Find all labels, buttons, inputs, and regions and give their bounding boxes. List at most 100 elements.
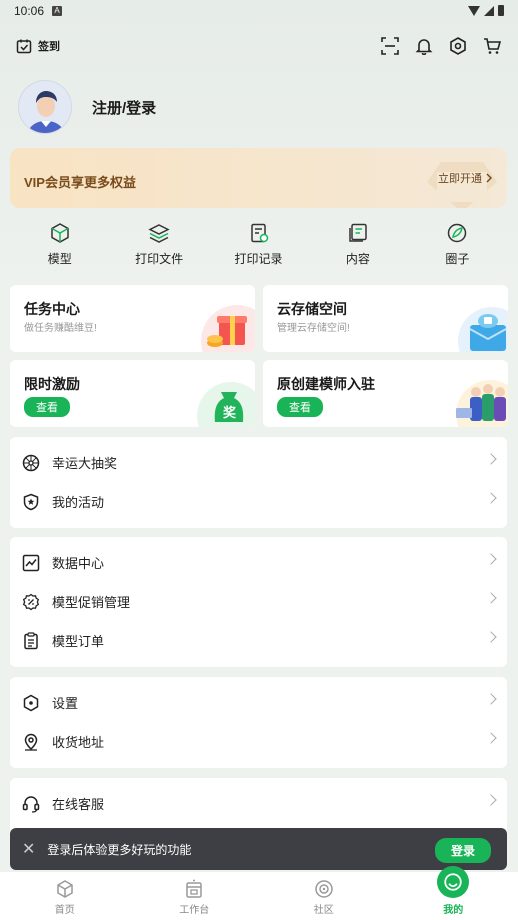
list-item-model-promotion[interactable]: 模型促销管理 (10, 582, 507, 621)
bell-icon[interactable] (414, 36, 434, 56)
status-icons (468, 5, 504, 16)
scan-icon[interactable] (380, 36, 400, 56)
incentive-card[interactable]: 限时激励 查看 奖 (10, 360, 255, 427)
close-icon[interactable]: ✕ (22, 839, 35, 859)
tab-community[interactable]: 社区 (259, 872, 389, 920)
task-center-sub: 做任务赚酷维豆! (24, 323, 97, 334)
status-time: 10:06 (14, 4, 45, 18)
tab-label: 工作台 (179, 905, 210, 916)
toast-text: 登录后体验更多好玩的功能 (47, 842, 192, 857)
chart-icon (22, 554, 40, 572)
settings-icon (22, 694, 40, 712)
list-item-address[interactable]: 收货地址 (10, 722, 507, 761)
quick-item-print-files[interactable]: 打印文件 (109, 222, 208, 274)
quick-label: 内容 (345, 252, 370, 266)
tab-workbench[interactable]: 工作台 (130, 872, 260, 920)
leaf-icon (448, 223, 467, 243)
money-bag-icon: 奖 (195, 374, 255, 427)
gift-icon (201, 305, 255, 352)
quick-label: 打印文件 (135, 252, 184, 266)
vip-open-button[interactable]: 立即开通 (438, 170, 493, 186)
vip-text: VIP会员享更多权益 (24, 175, 136, 190)
print-record-icon (250, 223, 268, 243)
task-center-card[interactable]: 任务中心 做任务赚酷维豆! (10, 285, 255, 352)
incentive-view-button[interactable]: 查看 (24, 397, 70, 417)
cart-icon[interactable] (482, 36, 502, 56)
list-group-settings: 设置 收货地址 (10, 677, 507, 768)
cloud-storage-card[interactable]: 云存储空间 管理云存储空间! (263, 285, 508, 352)
signal-icon (484, 5, 494, 16)
status-bar: 10:06 A (0, 0, 518, 22)
incentive-badge: 奖 (223, 405, 237, 420)
cloud-storage-title: 云存储空间 (277, 301, 347, 317)
bottom-tab-bar: 首页 工作台 社区 我的 (0, 866, 518, 920)
quick-item-content[interactable]: 内容 (308, 222, 407, 274)
order-icon (22, 631, 40, 650)
wheel-icon (22, 454, 40, 472)
profile-section[interactable]: 注册/登录 (18, 80, 156, 134)
login-toast: ✕ 登录后体验更多好玩的功能 登录 (10, 828, 507, 870)
avatar[interactable] (18, 80, 72, 134)
quick-item-print-record[interactable]: 打印记录 (209, 222, 308, 274)
printer-icon (186, 879, 202, 898)
quick-label: 圈子 (445, 252, 470, 266)
chevron-right-icon (485, 492, 497, 504)
chevron-right-icon (485, 693, 497, 705)
chevron-right-icon (485, 794, 497, 806)
checkin-label: 签到 (38, 41, 60, 53)
tab-me[interactable]: 我的 (389, 866, 518, 920)
task-center-title: 任务中心 (24, 301, 80, 317)
toast-login-button[interactable]: 登录 (434, 838, 491, 863)
cloud-lock-icon (458, 307, 508, 352)
discount-icon (22, 593, 40, 611)
list-item-label: 模型促销管理 (52, 595, 131, 610)
community-icon (315, 880, 333, 898)
sim-icon: A (52, 6, 63, 16)
checkin-button[interactable]: 签到 (16, 38, 60, 54)
creators-illustration (456, 380, 508, 427)
list-item-lucky-draw[interactable]: 幸运大抽奖 (10, 443, 507, 482)
calendar-check-icon (16, 39, 32, 54)
list-item-label: 模型订单 (52, 634, 105, 649)
home-cube-icon (57, 880, 73, 898)
list-item-data-center[interactable]: 数据中心 (10, 543, 507, 582)
list-item-label: 在线客服 (52, 797, 105, 812)
list-item-label: 幸运大抽奖 (52, 456, 118, 471)
headset-icon (22, 795, 40, 813)
shield-star-icon (22, 493, 40, 511)
chevron-right-icon (485, 553, 497, 565)
list-item-label: 收货地址 (52, 735, 105, 750)
quick-item-model[interactable]: 模型 (10, 222, 109, 274)
login-register-link[interactable]: 注册/登录 (92, 97, 156, 118)
chevron-right-icon (485, 732, 497, 744)
chevron-right-icon (486, 173, 492, 183)
vip-open-label: 立即开通 (438, 173, 482, 185)
chevron-right-icon (485, 631, 497, 643)
layers-icon (148, 224, 170, 243)
chevron-right-icon (485, 592, 497, 604)
quick-actions: 模型 打印文件 打印记录 内容 圈子 (10, 222, 507, 274)
tab-home[interactable]: 首页 (0, 872, 130, 920)
settings-hex-icon[interactable] (448, 36, 468, 56)
content-icon (349, 223, 367, 242)
battery-icon (498, 5, 504, 16)
quick-item-circle[interactable]: 圈子 (408, 222, 507, 274)
incentive-title: 限时激励 (24, 376, 80, 392)
list-group-activity: 幸运大抽奖 我的活动 (10, 437, 507, 528)
tab-label: 首页 (54, 905, 75, 916)
quick-label: 模型 (47, 252, 72, 266)
location-icon (22, 733, 40, 751)
avatar-image (19, 81, 71, 133)
top-bar: 签到 (0, 30, 518, 62)
creator-view-button[interactable]: 查看 (277, 397, 323, 417)
list-item-online-service[interactable]: 在线客服 (10, 784, 507, 823)
creator-join-card[interactable]: 原创建模师入驻 查看 (263, 360, 508, 427)
list-item-my-activity[interactable]: 我的活动 (10, 482, 507, 521)
list-item-label: 设置 (52, 696, 79, 711)
me-icon (437, 866, 470, 898)
list-item-model-order[interactable]: 模型订单 (10, 621, 507, 660)
vip-banner[interactable]: VIP会员享更多权益 立即开通 (10, 148, 507, 208)
list-item-settings[interactable]: 设置 (10, 683, 507, 722)
cube-icon (50, 223, 69, 243)
chevron-right-icon (485, 453, 497, 465)
